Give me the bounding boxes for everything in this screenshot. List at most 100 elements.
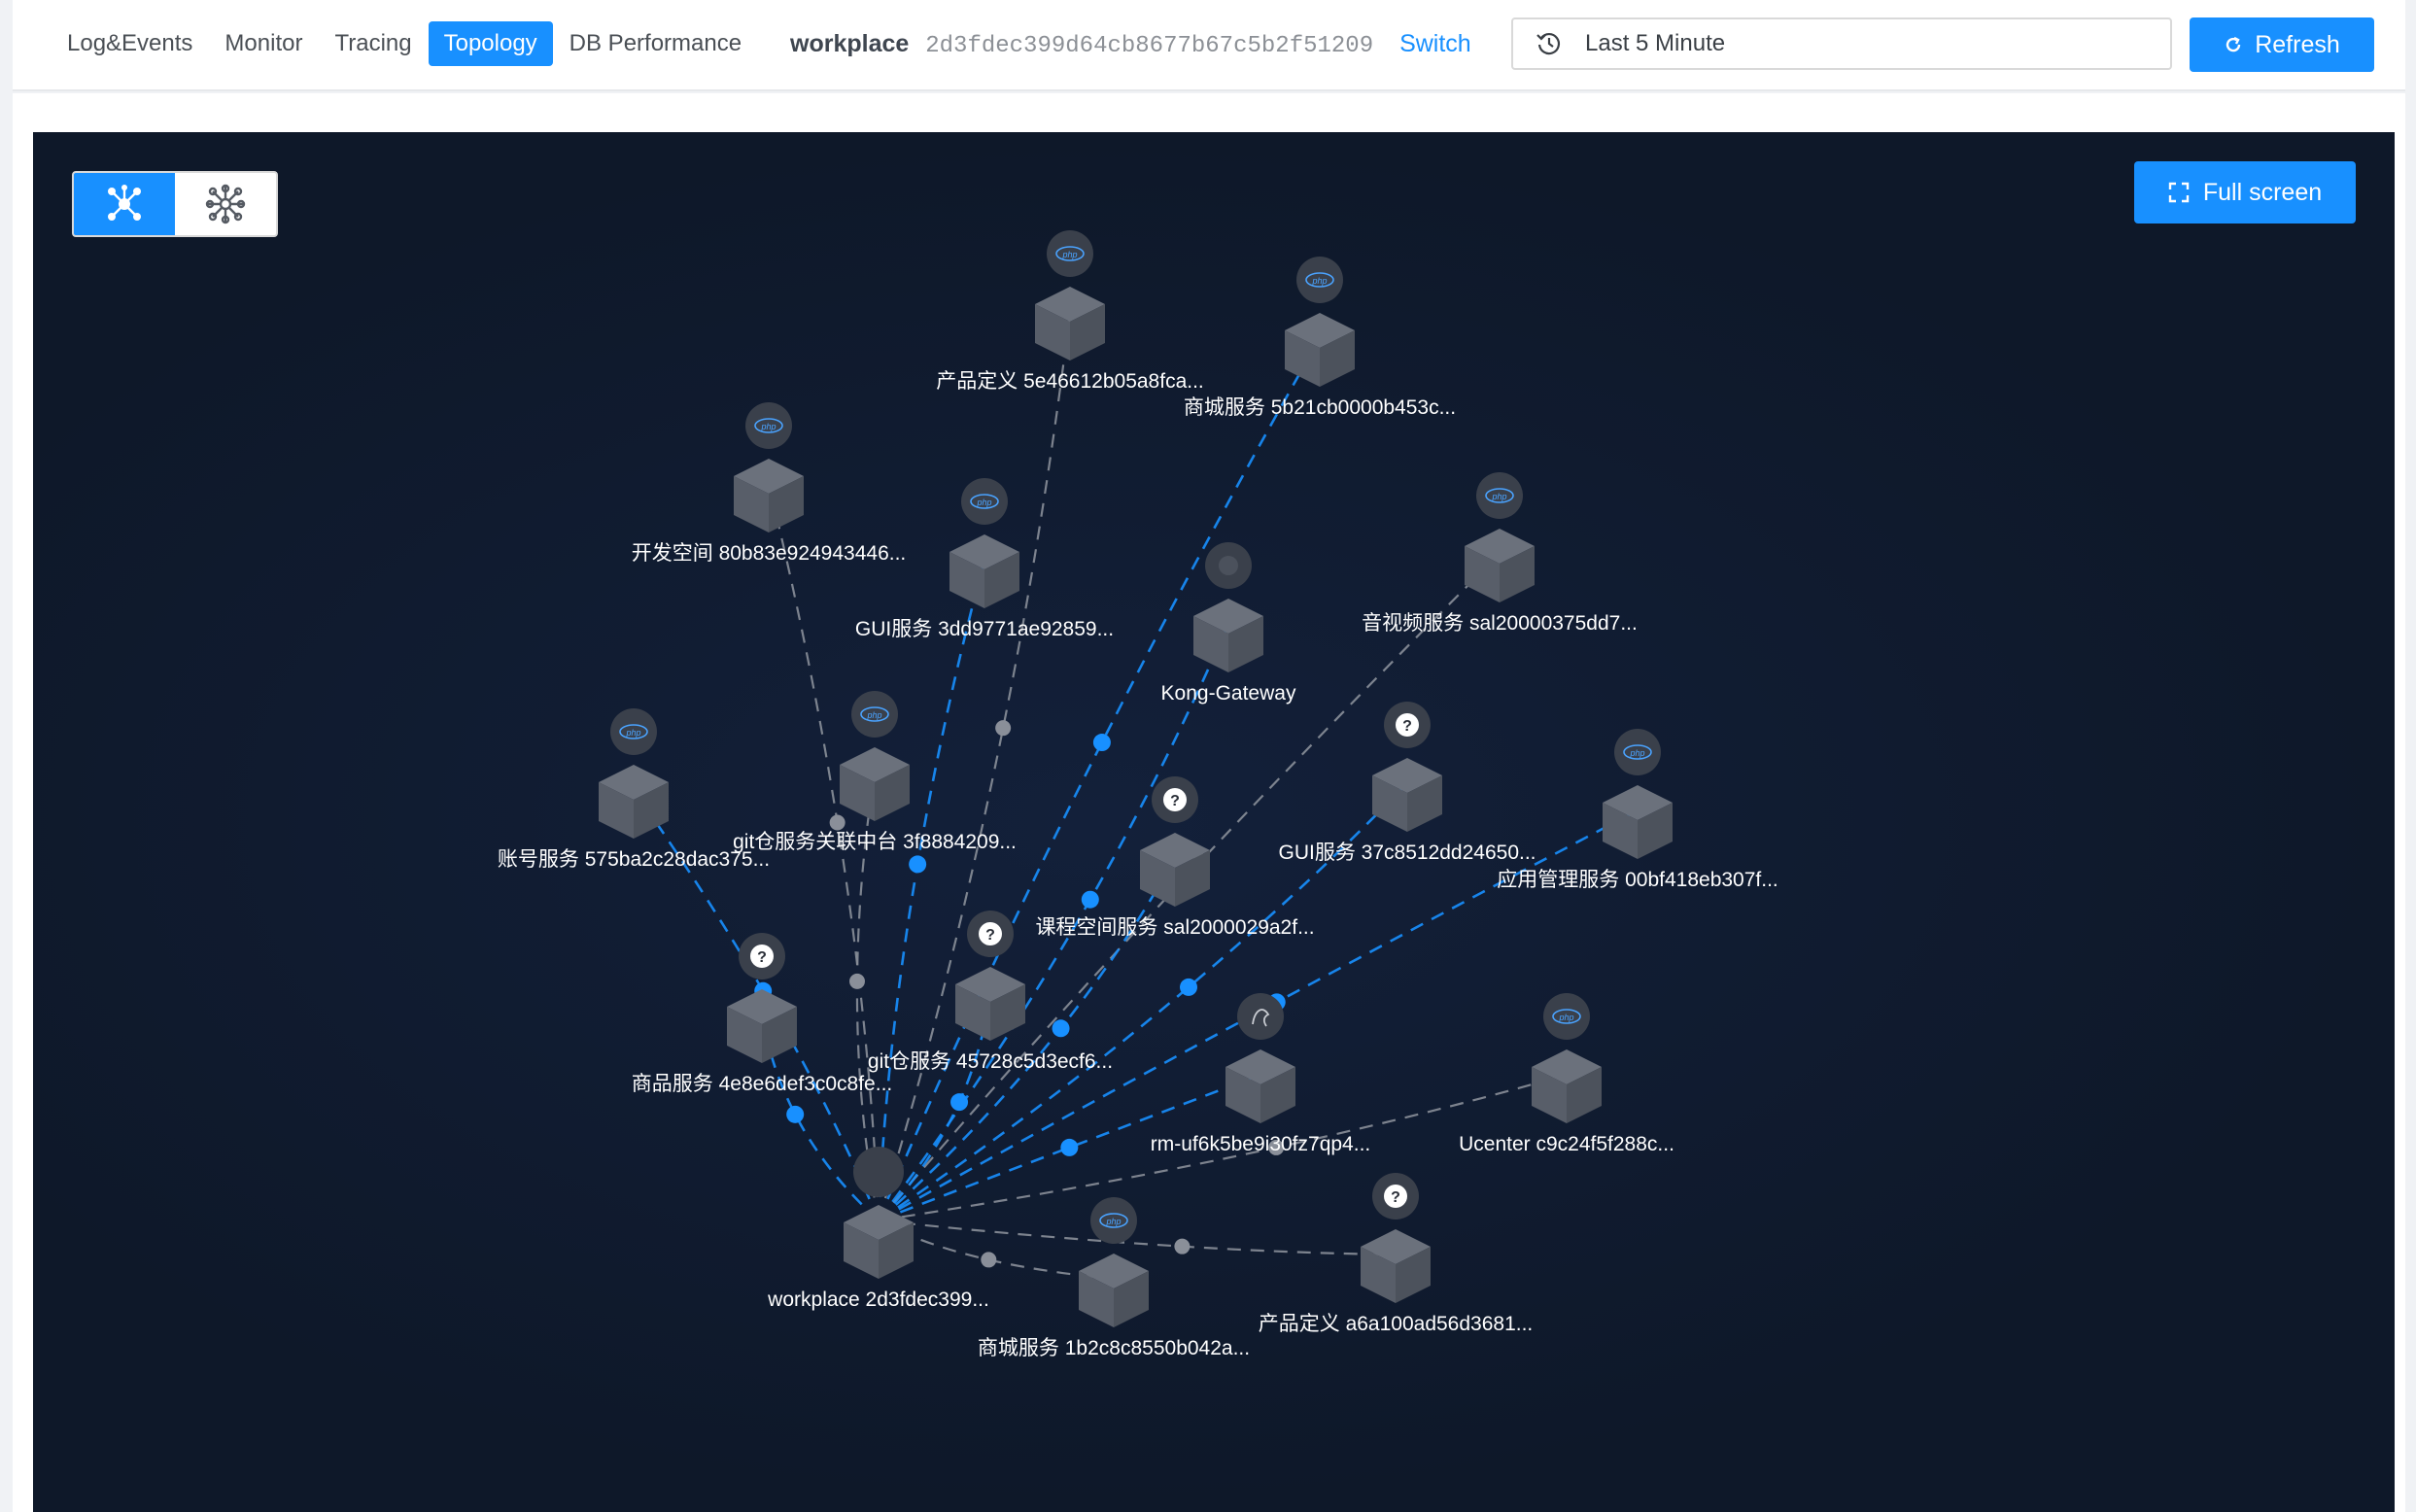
hub-badge-icon — [853, 1147, 904, 1197]
star-layout-button[interactable] — [74, 173, 175, 235]
node-label: 课程空间服务 sal2000029a2f... — [1035, 916, 1314, 939]
service-cube-icon — [1079, 1254, 1149, 1327]
node-label: 音视频服务 sal20000375dd7... — [1362, 612, 1638, 635]
edge-dot-n16 — [981, 1252, 997, 1268]
edge-dot-n14 — [1060, 1138, 1079, 1156]
php-badge-icon — [960, 477, 1009, 526]
cluster-layout-button[interactable] — [175, 173, 276, 235]
edge-dot-n12 — [786, 1105, 805, 1123]
fullscreen-button[interactable]: Full screen — [2134, 161, 2356, 223]
unknown-badge-icon — [1372, 1173, 1419, 1220]
php-badge-icon — [609, 707, 658, 756]
node-label: git仓服务 45728c5d3ecf6... — [868, 1050, 1113, 1073]
edge-dot-n1 — [995, 720, 1012, 737]
edge-dot-n5 — [1081, 890, 1099, 909]
mysql-badge-icon — [1236, 992, 1285, 1041]
service-cube-icon — [1532, 1049, 1602, 1123]
service-cube-icon — [1225, 1049, 1295, 1123]
topology-graph[interactable]: php ? 产品定义 5 — [33, 132, 2395, 1512]
topology-node-n5[interactable]: Kong-Gateway — [1161, 542, 1296, 704]
top-bar: Log&Events Monitor Tracing Topology DB P… — [13, 0, 2405, 91]
nav-tracing[interactable]: Tracing — [319, 21, 427, 66]
topology-node-n9[interactable]: GUI服务 37c8512dd24650... — [1278, 702, 1536, 864]
nav-log-events[interactable]: Log&Events — [52, 21, 208, 66]
node-label: 产品定义 5e46612b05a8fca... — [936, 370, 1204, 393]
service-cube-icon — [1285, 313, 1355, 387]
topology-node-n17[interactable]: 产品定义 a6a100ad56d3681... — [1259, 1173, 1534, 1335]
node-label: GUI服务 37c8512dd24650... — [1278, 842, 1536, 864]
service-cube-icon — [1140, 833, 1210, 907]
topology-node-n1[interactable]: 产品定义 5e46612b05a8fca... — [936, 229, 1204, 393]
php-badge-icon — [1475, 471, 1524, 520]
edge-n4 — [877, 559, 986, 1221]
reload-icon — [2226, 36, 2241, 52]
time-range-picker[interactable]: Last 5 Minute — [1511, 17, 2172, 70]
edge-dot-n17 — [1174, 1238, 1191, 1254]
service-cube-icon — [734, 459, 804, 533]
refresh-button[interactable]: Refresh — [2190, 17, 2374, 72]
topology-canvas[interactable]: php ? 产品定义 5 — [33, 132, 2395, 1512]
node-label: 应用管理服务 00bf418eb307f... — [1497, 869, 1777, 891]
edge-n16 — [878, 1220, 1115, 1281]
topology-node-n3[interactable]: 开发空间 80b83e924943446... — [632, 401, 907, 565]
service-cube-icon — [1035, 287, 1105, 361]
workspace-switch-link[interactable]: Switch — [1399, 30, 1471, 57]
node-label: 开发空间 80b83e924943446... — [632, 542, 907, 565]
node-label: 商城服务 1b2c8c8550b042a... — [978, 1337, 1250, 1359]
fullscreen-icon — [2168, 182, 2190, 203]
topology-node-n8[interactable]: git仓服务关联中台 3f8884209... — [733, 690, 1017, 853]
workspace-name: workplace — [790, 30, 910, 57]
node-label: Ucenter c9c24f5f288c... — [1459, 1133, 1674, 1155]
workspace-id: 2d3fdec399d64cb8677b67c5b2f51209 — [925, 33, 1374, 59]
topology-node-n14[interactable]: rm-uf6k5be9i30fz7qp4... — [1151, 992, 1370, 1155]
php-badge-icon — [1046, 229, 1094, 278]
service-cube-icon — [1603, 785, 1673, 859]
php-badge-icon — [1542, 992, 1591, 1041]
edge-dot-n3 — [829, 814, 846, 831]
topology-node-n10[interactable]: 应用管理服务 00bf418eb307f... — [1497, 728, 1778, 891]
gateway-badge-icon — [1205, 542, 1252, 589]
php-badge-icon — [1295, 256, 1344, 304]
unknown-badge-icon — [967, 911, 1014, 957]
topology-node-n12[interactable]: 商品服务 4e8e6def3c0c8fe... — [632, 933, 892, 1095]
topology-node-n7[interactable]: 账号服务 575ba2c28dac375... — [498, 707, 770, 871]
edge-dot-n4 — [909, 855, 927, 874]
topology-node-n2[interactable]: 商城服务 5b21cb0000b453c... — [1184, 256, 1456, 419]
workspace-info: workplace 2d3fdec399d64cb8677b67c5b2f512… — [790, 21, 1471, 66]
nav-db-performance[interactable]: DB Performance — [554, 21, 757, 66]
edge-n17 — [878, 1219, 1397, 1256]
service-cube-icon — [1361, 1229, 1431, 1303]
topology-node-n6[interactable]: 音视频服务 sal20000375dd7... — [1362, 471, 1638, 635]
node-label: 账号服务 575ba2c28dac375... — [498, 848, 770, 871]
nav-topology[interactable]: Topology — [428, 21, 553, 66]
nav-monitor[interactable]: Monitor — [209, 21, 318, 66]
node-label: rm-uf6k5be9i30fz7qp4... — [1151, 1133, 1370, 1155]
unknown-badge-icon — [1384, 702, 1431, 748]
node-label: GUI服务 3dd9771ae92859... — [855, 618, 1114, 640]
time-range-label: Last 5 Minute — [1585, 30, 1726, 56]
main-nav: Log&Events Monitor Tracing Topology DB P… — [52, 21, 758, 66]
content-panel: php ? 产品定义 5 — [13, 93, 2405, 1512]
history-icon — [1536, 32, 1561, 55]
node-label: workplace 2d3fdec399... — [767, 1289, 989, 1311]
php-badge-icon — [1089, 1196, 1138, 1245]
service-cube-icon — [840, 747, 910, 821]
layout-toggle — [72, 171, 278, 237]
edge-dot-n8 — [849, 973, 865, 989]
php-badge-icon — [744, 401, 793, 450]
topology-node-n16[interactable]: 商城服务 1b2c8c8550b042a... — [978, 1196, 1250, 1359]
service-cube-icon — [955, 967, 1025, 1041]
service-cube-icon — [727, 989, 797, 1063]
node-label: 商城服务 5b21cb0000b453c... — [1184, 396, 1456, 419]
topology-node-n15[interactable]: Ucenter c9c24f5f288c... — [1459, 992, 1674, 1155]
node-label: 商品服务 4e8e6def3c0c8fe... — [632, 1073, 892, 1095]
unknown-badge-icon — [739, 933, 785, 979]
refresh-label: Refresh — [2255, 30, 2340, 58]
edge-dot-n2 — [1092, 734, 1111, 752]
php-badge-icon — [850, 690, 899, 739]
topology-star-icon — [108, 185, 141, 221]
node-label: git仓服务关联中台 3f8884209... — [733, 831, 1017, 853]
node-layer: 产品定义 5e46612b05a8fca... 商城服务 5b21cb0000b4… — [498, 229, 1778, 1359]
service-cube-icon — [1372, 758, 1442, 832]
unknown-badge-icon — [1152, 776, 1198, 823]
